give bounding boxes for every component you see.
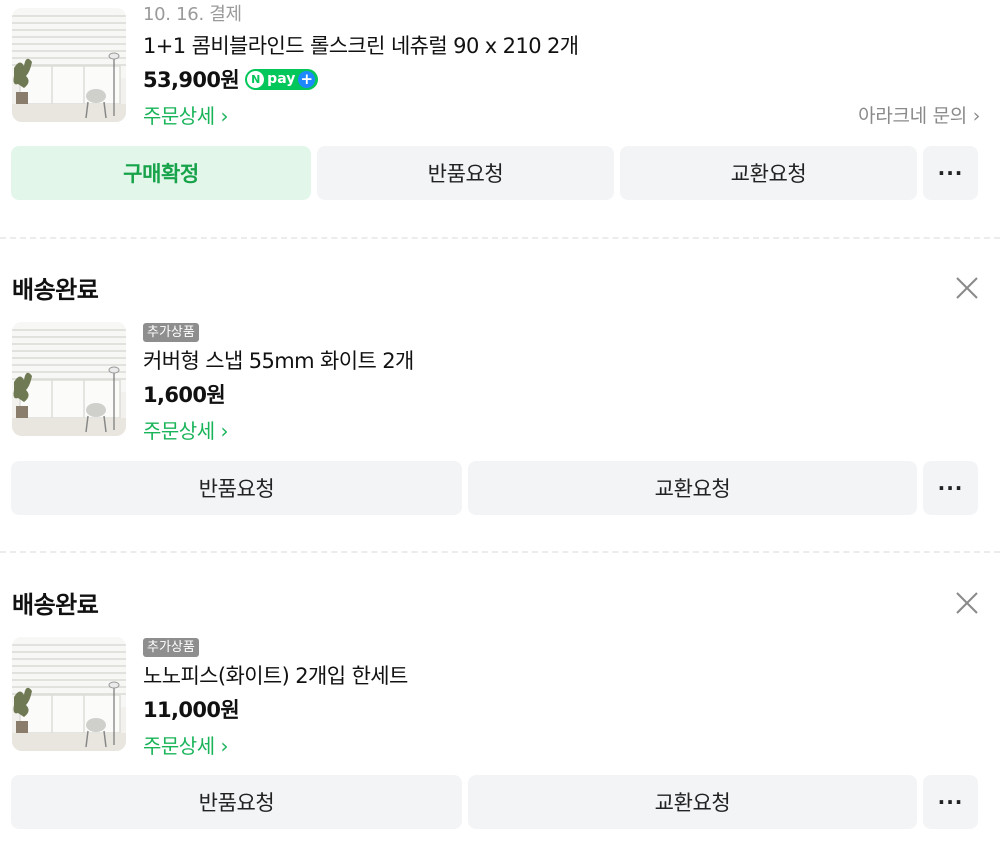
price-row: 53,900원 N pay + [143, 62, 980, 96]
close-button[interactable] [954, 590, 980, 616]
delivery-status-title: 배송완료 [12, 276, 99, 304]
exchange-request-button[interactable]: 교환요청 [468, 775, 917, 829]
exchange-request-button[interactable]: 교환요청 [468, 461, 917, 515]
npay-n-icon: N [247, 70, 265, 88]
order-info: 추가상품 노노피스(화이트) 2개입 한세트 11,000원 주문상세 › [143, 636, 980, 762]
additional-product-badge: 추가상품 [143, 323, 199, 342]
exchange-request-button[interactable]: 교환요청 [620, 146, 917, 200]
price-row: 11,000원 [143, 692, 980, 726]
product-thumbnail[interactable] [12, 637, 126, 751]
link-row: 주문상세 › [143, 726, 980, 762]
npay-label: pay [267, 71, 296, 87]
product-name[interactable]: 노노피스(화이트) 2개입 한세트 [143, 660, 980, 692]
order-detail-link[interactable]: 주문상세 › [143, 100, 228, 129]
link-row: 주문상세 › 아라크네 문의 › [143, 96, 980, 132]
link-row: 주문상세 › [143, 411, 980, 447]
blind-product-image [12, 322, 126, 436]
product-price: 11,000원 [143, 698, 240, 722]
close-button[interactable] [954, 275, 980, 301]
more-options-button[interactable]: ··· [923, 775, 978, 829]
return-request-button[interactable]: 반품요청 [11, 775, 462, 829]
close-icon [956, 592, 978, 614]
blind-product-image [12, 8, 126, 122]
section-divider [0, 237, 1000, 239]
return-request-button[interactable]: 반품요청 [11, 461, 462, 515]
npay-plus-badge: N pay + [245, 68, 319, 90]
product-name[interactable]: 커버형 스냅 55mm 화이트 2개 [143, 345, 980, 377]
product-price: 53,900원 [143, 68, 240, 92]
price-row: 1,600원 [143, 377, 980, 411]
confirm-purchase-button[interactable]: 구매확정 [11, 146, 311, 200]
order-detail-link[interactable]: 주문상세 › [143, 415, 228, 444]
more-options-button[interactable]: ··· [923, 146, 978, 200]
product-thumbnail[interactable] [12, 8, 126, 122]
delivery-status-title: 배송완료 [12, 591, 99, 619]
return-request-button[interactable]: 반품요청 [317, 146, 614, 200]
payment-date: 10. 16. 결제 [143, 4, 242, 25]
section-divider [0, 551, 1000, 553]
close-icon [956, 277, 978, 299]
seller-inquiry-link[interactable]: 아라크네 문의 › [858, 101, 980, 128]
product-price: 1,600원 [143, 383, 226, 407]
product-name[interactable]: 1+1 콤비블라인드 롤스크린 네츄럴 90 x 210 2개 [143, 30, 980, 62]
order-info: 10. 16. 결제 1+1 콤비블라인드 롤스크린 네츄럴 90 x 210 … [143, 0, 980, 132]
order-detail-link[interactable]: 주문상세 › [143, 730, 228, 759]
product-thumbnail[interactable] [12, 322, 126, 436]
more-options-button[interactable]: ··· [923, 461, 978, 515]
additional-product-badge: 추가상품 [143, 638, 199, 657]
blind-product-image [12, 637, 126, 751]
plus-icon: + [298, 70, 316, 88]
order-info: 추가상품 커버형 스냅 55mm 화이트 2개 1,600원 주문상세 › [143, 321, 980, 447]
